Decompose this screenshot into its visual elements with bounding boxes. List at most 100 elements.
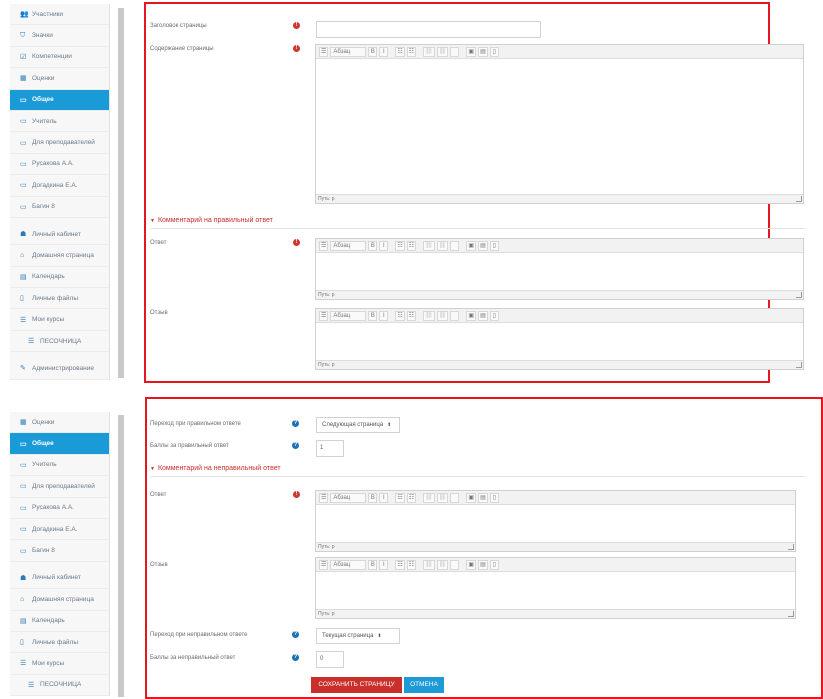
resize-handle-icon[interactable]: [796, 292, 802, 298]
unlink-icon[interactable]: ⛓: [436, 492, 449, 503]
resize-handle-icon[interactable]: [796, 362, 802, 368]
page-content-editor[interactable]: ☰ Абзац B I ☷ ☷ ⛓ ⛓ ▣ ▤ ▯ Путь: p: [315, 44, 804, 204]
numbered-list-icon[interactable]: ☷: [406, 559, 417, 570]
sidebar-scrollbar[interactable]: [118, 8, 124, 378]
sidebar-item[interactable]: ▦ Оценки: [10, 68, 109, 90]
italic-button[interactable]: I: [379, 559, 389, 570]
sidebar-item[interactable]: ▭ Учитель: [10, 111, 109, 133]
sidebar-item[interactable]: ▭ Русакова А.А.: [10, 154, 109, 176]
sidebar-item[interactable]: ☑ Компетенции: [10, 47, 109, 69]
sidebar-item[interactable]: ▭ Учитель: [10, 455, 109, 477]
sidebar-item[interactable]: ☰ Мои курсы: [10, 653, 109, 675]
bold-button[interactable]: B: [368, 492, 378, 503]
score-correct-input[interactable]: 1: [316, 440, 344, 457]
media-icon[interactable]: ▤: [478, 240, 488, 251]
resize-handle-icon[interactable]: [796, 196, 802, 202]
sidebar-item[interactable]: ☗ Личный кабинет: [10, 224, 109, 246]
bullet-list-icon[interactable]: ☷: [395, 240, 405, 251]
numbered-list-icon[interactable]: ☷: [406, 46, 417, 57]
bullet-list-icon[interactable]: ☷: [395, 46, 405, 57]
answer-editor[interactable]: ☰ Абзац B I ☷ ☷ ⛓ ⛓ ▣ ▤ ▯ Путь: p: [315, 238, 804, 300]
jump-correct-select[interactable]: Следующая страница ⬍: [316, 417, 400, 433]
image-icon[interactable]: ▣: [466, 492, 477, 503]
toggle-toolbar-icon[interactable]: ☰: [319, 559, 329, 570]
media-icon[interactable]: ▤: [478, 559, 488, 570]
unlink-icon[interactable]: ⛓: [436, 559, 449, 570]
italic-button[interactable]: I: [379, 492, 389, 503]
format-select[interactable]: Абзац: [330, 240, 367, 251]
italic-button[interactable]: I: [379, 46, 389, 57]
help-icon[interactable]: ?: [292, 442, 299, 449]
toggle-toolbar-icon[interactable]: ☰: [319, 46, 329, 57]
link-icon[interactable]: ⛓: [423, 492, 435, 503]
sidebar-item[interactable]: ✎ Администрирование: [10, 358, 109, 380]
page-title-input[interactable]: [316, 21, 541, 38]
help-icon[interactable]: ?: [292, 654, 299, 661]
sidebar-item[interactable]: ⌂ Домашняя страница: [10, 589, 109, 611]
sidebar-item[interactable]: ▭ Догадкина Е.А.: [10, 175, 109, 197]
answer-editor[interactable]: ☰ Абзац B I ☷ ☷ ⛓ ⛓ ▣ ▤ ▯ Путь: p: [315, 490, 796, 552]
toggle-toolbar-icon[interactable]: ☰: [319, 492, 329, 503]
sidebar-item[interactable]: ▯ Личные файлы: [10, 288, 109, 310]
blank-button[interactable]: [450, 492, 460, 503]
image-icon[interactable]: ▣: [466, 310, 477, 321]
sidebar-item[interactable]: ▭ Догадкина Е.А.: [10, 519, 109, 541]
format-select[interactable]: Абзац: [330, 492, 367, 503]
bold-button[interactable]: B: [368, 559, 378, 570]
sidebar-item[interactable]: ☰ Мои курсы: [10, 309, 109, 331]
sidebar-item[interactable]: ▤ Календарь: [10, 267, 109, 289]
format-select[interactable]: Абзац: [330, 46, 367, 57]
sidebar-item[interactable]: ▦ Оценки: [10, 412, 109, 434]
blank-button[interactable]: [450, 240, 460, 251]
sidebar-item[interactable]: ☰ ПЕСОЧНИЦА: [10, 675, 109, 697]
jump-wrong-select[interactable]: Текущая страница ⬍: [316, 628, 400, 644]
sidebar-item[interactable]: ☰ ПЕСОЧНИЦА: [10, 331, 109, 353]
sidebar-item[interactable]: ▤ Календарь: [10, 611, 109, 632]
link-icon[interactable]: ⛓: [423, 240, 435, 251]
bullet-list-icon[interactable]: ☷: [395, 492, 405, 503]
help-icon[interactable]: ?: [292, 420, 299, 427]
bold-button[interactable]: B: [368, 310, 378, 321]
blank-button[interactable]: [450, 559, 460, 570]
section-correct-answer-comment[interactable]: ▼ Комментарий на правильный ответ: [150, 217, 273, 224]
toggle-toolbar-icon[interactable]: ☰: [319, 310, 329, 321]
sidebar-item[interactable]: ⌂ Домашняя страница: [10, 245, 109, 267]
sidebar-item[interactable]: ☗ Личный кабинет: [10, 568, 109, 590]
feedback-editor[interactable]: ☰ Абзац B I ☷ ☷ ⛓ ⛓ ▣ ▤ ▯ Путь: p: [315, 557, 796, 619]
format-select[interactable]: Абзац: [330, 310, 367, 321]
media-icon[interactable]: ▤: [478, 46, 488, 57]
bullet-list-icon[interactable]: ☷: [395, 559, 405, 570]
media-icon[interactable]: ▤: [478, 310, 488, 321]
numbered-list-icon[interactable]: ☷: [406, 492, 417, 503]
section-wrong-answer-comment[interactable]: ▼ Комментарий на неправильный ответ: [150, 465, 281, 472]
file-icon[interactable]: ▯: [489, 492, 499, 503]
resize-handle-icon[interactable]: [788, 544, 794, 550]
sidebar-item[interactable]: ▭ Багин 8: [10, 197, 109, 218]
numbered-list-icon[interactable]: ☷: [406, 310, 417, 321]
sidebar-item[interactable]: ⛉ Значки: [10, 25, 109, 47]
sidebar-item[interactable]: ▭ Для преподавателей: [10, 132, 109, 154]
sidebar-item[interactable]: ▯ Личные файлы: [10, 632, 109, 654]
italic-button[interactable]: I: [379, 310, 389, 321]
sidebar-item[interactable]: ▭ Багин 8: [10, 540, 109, 562]
save-page-button[interactable]: СОХРАНИТЬ СТРАНИЦУ: [311, 677, 402, 693]
image-icon[interactable]: ▣: [466, 559, 477, 570]
help-icon[interactable]: ?: [292, 631, 299, 638]
sidebar-item[interactable]: ▭ Общее: [10, 433, 109, 455]
italic-button[interactable]: I: [379, 240, 389, 251]
format-select[interactable]: Абзац: [330, 559, 367, 570]
image-icon[interactable]: ▣: [466, 46, 477, 57]
sidebar-scrollbar[interactable]: [118, 415, 124, 697]
file-icon[interactable]: ▯: [489, 46, 499, 57]
sidebar-item[interactable]: ▭ Общее: [10, 89, 109, 111]
bullet-list-icon[interactable]: ☷: [395, 310, 405, 321]
link-icon[interactable]: ⛓: [423, 46, 435, 57]
unlink-icon[interactable]: ⛓: [436, 46, 449, 57]
resize-handle-icon[interactable]: [788, 611, 794, 617]
bold-button[interactable]: B: [368, 46, 378, 57]
blank-button[interactable]: [450, 310, 460, 321]
toggle-toolbar-icon[interactable]: ☰: [319, 240, 329, 251]
sidebar-item[interactable]: ▭ Русакова А.А.: [10, 498, 109, 519]
image-icon[interactable]: ▣: [466, 240, 477, 251]
bold-button[interactable]: B: [368, 240, 378, 251]
